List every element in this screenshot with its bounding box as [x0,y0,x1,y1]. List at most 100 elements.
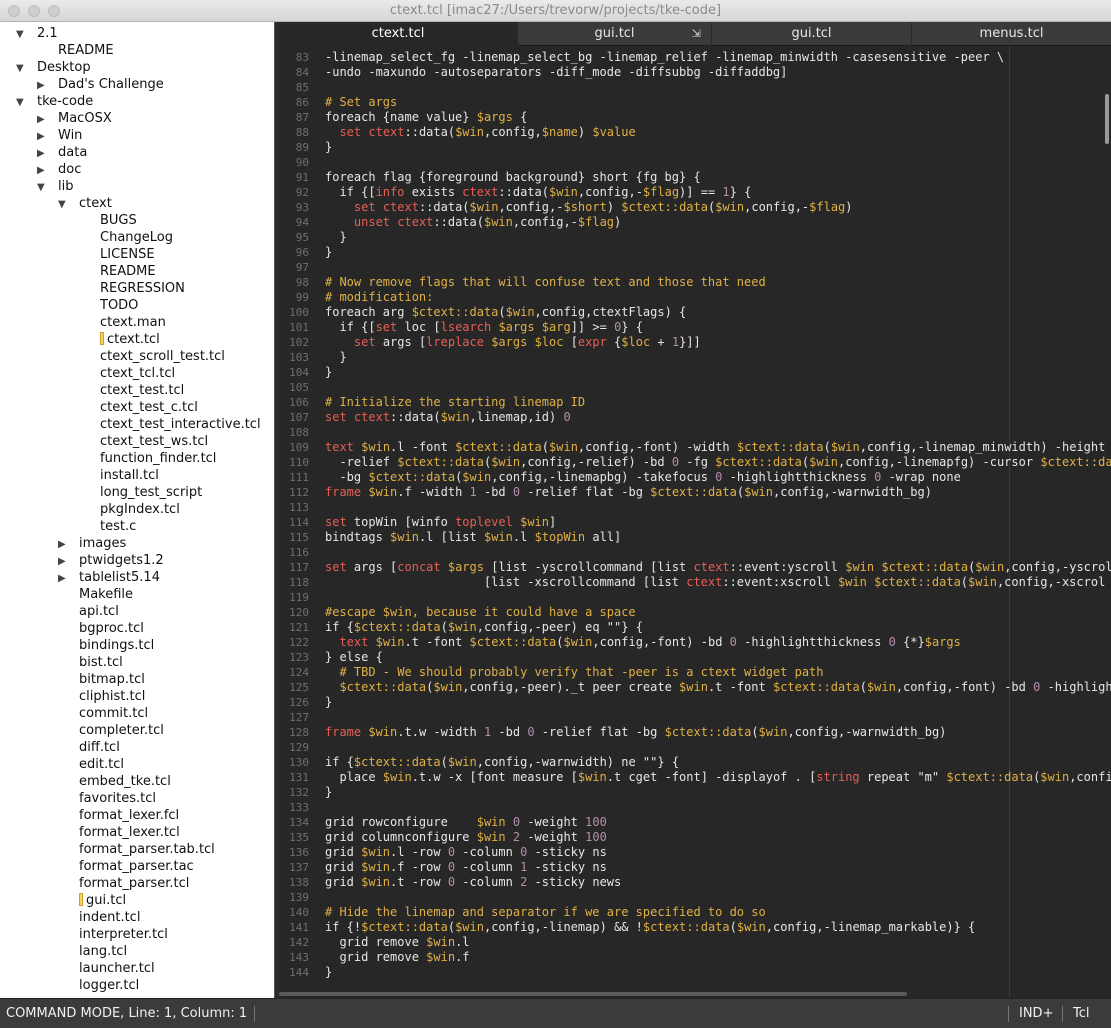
code-line[interactable]: text $win.l -font $ctext::data($win,conf… [325,440,1111,455]
tree-item[interactable]: ctext_scroll_test.tcl [79,348,225,365]
tree-item[interactable]: ▼ tke-code [16,93,93,110]
tree-item[interactable]: ChangeLog [79,229,173,246]
code-comment-line[interactable]: # Hide the linemap and separator if we a… [325,905,766,920]
tree-item[interactable]: ▼ ctext [58,195,112,212]
code-line[interactable]: grid rowconfigure $win 0 -weight 100 [325,815,607,830]
line-number[interactable]: 88 [279,125,309,140]
horizontal-scrollbar[interactable] [279,992,907,996]
line-number[interactable]: 124 [279,665,309,680]
disclosure-expanded-icon[interactable]: ▼ [16,94,37,111]
tree-item[interactable]: bindings.tcl [58,637,154,654]
code-line[interactable]: } [325,230,346,245]
tree-item[interactable]: BUGS [79,212,137,229]
tree-item[interactable]: bist.tcl [58,654,123,671]
tree-item[interactable]: README [37,42,114,59]
disclosure-collapsed-icon[interactable]: ▶ [37,128,58,145]
code-comment-line[interactable]: # Set args [325,95,397,110]
tree-item[interactable]: lang.tcl [58,943,127,960]
code-line[interactable]: [list -xscrollcommand [list ctext::event… [325,575,1105,590]
line-number[interactable]: 125 [279,680,309,695]
code-line[interactable]: } [325,365,332,380]
tree-item[interactable]: logger.tcl [58,977,139,994]
disclosure-expanded-icon[interactable]: ▼ [37,179,58,196]
line-number[interactable]: 109 [279,440,309,455]
line-number[interactable]: 120 [279,605,309,620]
line-number[interactable]: 108 [279,425,309,440]
tree-item[interactable]: ▼ lib [37,178,73,195]
line-number[interactable]: 133 [279,800,309,815]
line-number[interactable]: 121 [279,620,309,635]
tree-item[interactable]: install.tcl [79,467,159,484]
tab-ctext-tcl[interactable]: ctext.tcl [279,22,518,46]
code-line[interactable]: grid $win.t -row 0 -column 2 -sticky new… [325,875,621,890]
tree-item[interactable]: format_lexer.tcl [58,824,180,841]
disclosure-collapsed-icon[interactable]: ▶ [37,145,58,162]
line-number[interactable]: 95 [279,230,309,245]
disclosure-collapsed-icon[interactable]: ▶ [37,77,58,94]
line-number[interactable]: 104 [279,365,309,380]
line-number[interactable]: 138 [279,875,309,890]
tree-item[interactable]: bitmap.tcl [58,671,145,688]
tree-item[interactable]: ctext.man [79,314,166,331]
line-number[interactable]: 98 [279,275,309,290]
code-line[interactable]: text $win.t -font $ctext::data($win,conf… [325,635,960,650]
code-comment-line[interactable]: # Initialize the starting linemap ID [325,395,585,410]
tree-item[interactable]: completer.tcl [58,722,164,739]
line-number[interactable]: 83 [279,50,309,65]
line-number[interactable]: 137 [279,860,309,875]
tree-item[interactable]: ctext_test.tcl [79,382,184,399]
line-number[interactable]: 106 [279,395,309,410]
code-comment-line[interactable]: #escape $win, because it could have a sp… [325,605,636,620]
line-number[interactable]: 128 [279,725,309,740]
code-line[interactable]: if {$ctext::data($win,config,-peer) eq "… [325,620,643,635]
line-number[interactable]: 116 [279,545,309,560]
tree-item[interactable]: embed_tke.tcl [58,773,171,790]
tree-item[interactable]: format_parser.tac [58,858,194,875]
status-indent-mode[interactable]: IND+ [1019,1006,1053,1021]
line-number[interactable]: 144 [279,965,309,980]
line-number[interactable]: 139 [279,890,309,905]
code-line[interactable]: if {[set loc [lsearch $args $arg]] >= 0}… [325,320,643,335]
line-number[interactable]: 87 [279,110,309,125]
line-number[interactable]: 119 [279,590,309,605]
tree-item[interactable]: ctext_test_ws.tcl [79,433,208,450]
tree-item[interactable]: function_finder.tcl [79,450,216,467]
code-line[interactable]: foreach {name value} $args { [325,110,527,125]
line-number[interactable]: 91 [279,170,309,185]
tree-item[interactable]: ▶ data [37,144,87,161]
line-number[interactable]: 141 [279,920,309,935]
line-number[interactable]: 126 [279,695,309,710]
tree-item[interactable]: LICENSE [79,246,155,263]
line-number[interactable]: 100 [279,305,309,320]
code-line[interactable]: place $win.t.w -x [font measure [$win.t … [325,770,1111,785]
tree-item[interactable]: pkgIndex.tcl [79,501,180,518]
code-line[interactable]: set ctext::data($win,config,$name) $valu… [325,125,635,140]
vertical-scrollbar[interactable] [1105,94,1109,144]
line-number[interactable]: 103 [279,350,309,365]
line-number[interactable]: 114 [279,515,309,530]
code-line[interactable]: frame $win.f -width 1 -bd 0 -relief flat… [325,485,932,500]
code-line[interactable]: set topWin [winfo toplevel $win] [325,515,556,530]
line-number[interactable]: 102 [279,335,309,350]
code-line[interactable]: if {[info exists ctext::data($win,config… [325,185,751,200]
line-number[interactable]: 111 [279,470,309,485]
tab-gui-tcl-1[interactable]: gui.tcl ⇲ [518,22,712,46]
disclosure-collapsed-icon[interactable]: ▶ [37,111,58,128]
tree-item[interactable]: long_test_script [79,484,202,501]
tree-item[interactable]: ctext.tcl [79,331,160,348]
line-number[interactable]: 93 [279,200,309,215]
tree-item[interactable]: test.c [79,518,136,535]
disclosure-collapsed-icon[interactable]: ▶ [58,553,79,570]
tab-menus-tcl[interactable]: menus.tcl [912,22,1111,46]
tree-item[interactable]: ▼ 2.1 [16,25,58,42]
tree-item[interactable]: ▶ ptwidgets1.2 [58,552,164,569]
line-number[interactable]: 105 [279,380,309,395]
code-line[interactable]: foreach flag {foreground background} sho… [325,170,701,185]
tree-item[interactable]: favorites.tcl [58,790,156,807]
tree-item[interactable]: ▶ Dad's Challenge [37,76,164,93]
tree-item[interactable]: ▶ images [58,535,126,552]
line-number[interactable]: 90 [279,155,309,170]
line-number[interactable]: 143 [279,950,309,965]
code-line[interactable]: grid remove $win.f [325,950,469,965]
line-number[interactable]: 129 [279,740,309,755]
